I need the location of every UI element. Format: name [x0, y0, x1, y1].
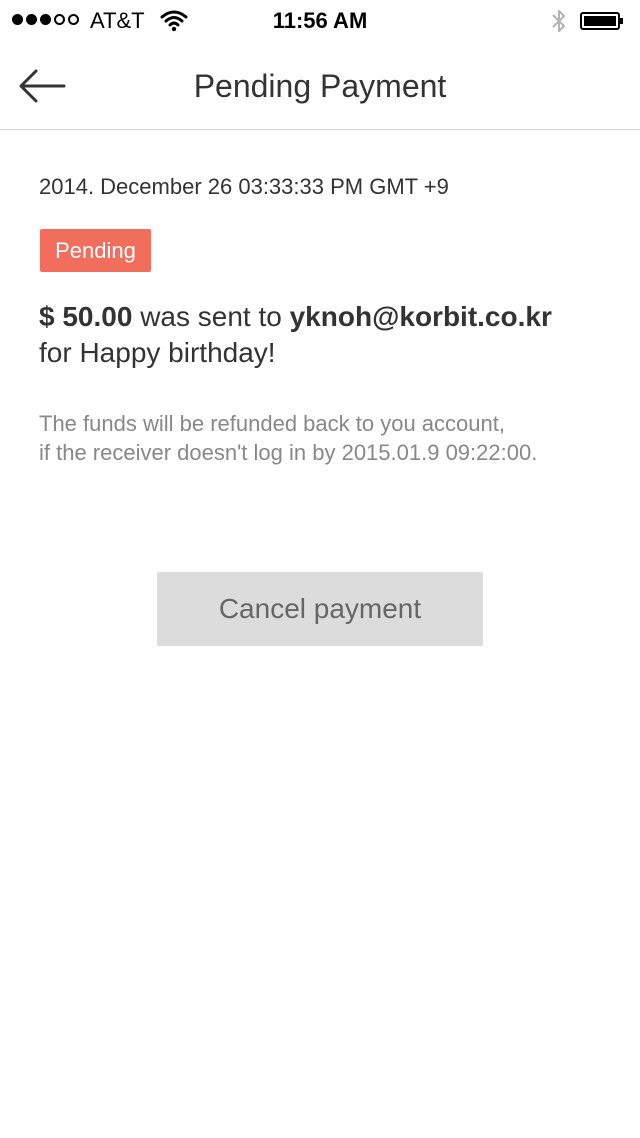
payment-message: $ 50.00 was sent to yknoh@korbit.co.kr f…: [39, 299, 619, 371]
page-title: Pending Payment: [193, 68, 447, 104]
battery-icon: [580, 12, 624, 30]
refund-note-line-1: The funds will be refunded back to you a…: [39, 411, 505, 436]
sent-to-text: was sent to: [132, 301, 290, 332]
refund-note-line-2: if the receiver doesn't log in by 2015.0…: [39, 440, 538, 465]
payment-amount: $ 50.00: [39, 301, 133, 332]
status-bar: AT&T 11:56 AM: [0, 0, 640, 40]
recipient-email: yknoh@korbit.co.kr: [289, 301, 552, 332]
navigation-bar: Pending Payment: [0, 40, 640, 130]
payment-memo: for Happy birthday!: [39, 337, 276, 368]
bluetooth-icon: [550, 8, 568, 39]
status-time: 11:56 AM: [272, 8, 368, 33]
payment-timestamp: 2014. December 26 03:33:33 PM GMT +9: [39, 174, 449, 199]
cancel-payment-button[interactable]: Cancel payment: [157, 572, 483, 646]
status-badge: Pending: [40, 229, 151, 272]
refund-note: The funds will be refunded back to you a…: [39, 409, 629, 467]
